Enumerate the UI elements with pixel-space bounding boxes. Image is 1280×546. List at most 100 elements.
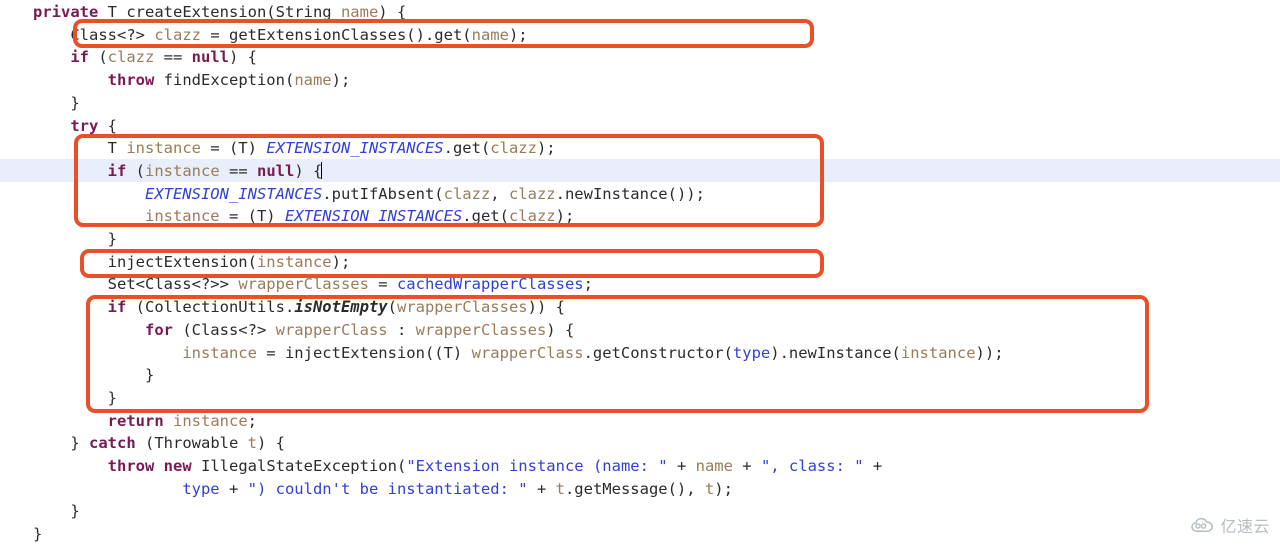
code-token: instance [900,343,976,362]
code-token: ); [536,139,556,158]
code-line[interactable]: } [0,228,117,251]
code-line[interactable]: return instance; [0,410,257,433]
code-token: } [144,366,155,385]
code-token: )) { [527,298,565,317]
code-line[interactable]: if (instance == null) { [0,160,323,183]
code-token: , [490,184,509,203]
code-token: EXTENSION_INSTANCES [266,139,444,158]
code-token: if [107,298,127,317]
code-line[interactable]: } [0,92,80,115]
text-caret [321,161,323,179]
code-token: ( [126,161,145,180]
code-token: new [163,457,192,475]
code-token: ); [331,71,351,90]
code-line[interactable]: EXTENSION_INSTANCES.putIfAbsent(clazz, c… [0,183,705,206]
code-token: T createExtension(String [98,3,341,21]
code-token: private [33,3,99,21]
code-token: null [191,48,229,67]
code-line[interactable]: } [0,523,42,546]
code-token: for [144,320,173,339]
watermark-text: 亿速云 [1220,517,1270,536]
code-token: t [704,479,715,498]
code-token: type [182,479,220,498]
code-token: + [219,479,248,498]
code-token: findException( [154,71,295,90]
code-line[interactable]: } catch (Throwable t) { [0,432,285,455]
cloud-icon [1190,517,1216,533]
code-token: name [340,3,379,21]
code-line[interactable]: if (CollectionUtils.isNotEmpty(wrapperCl… [0,296,565,319]
code-editor-viewport[interactable]: private T createExtension(String name) {… [0,0,1280,545]
code-line[interactable]: T instance = (T) EXTENSION_INSTANCES.get… [0,137,556,160]
code-token: wrapperClass [471,343,584,362]
code-token: IllegalStateException( [191,457,407,475]
code-token: ) { [378,3,407,21]
code-token: t [555,479,565,498]
code-token: = (T) [219,207,285,226]
code-token: (CollectionUtils. [126,298,295,317]
code-line[interactable]: try { [0,115,117,138]
code-token: if [107,161,127,180]
code-token: wrapperClasses [238,275,369,294]
code-line[interactable]: } [0,387,117,410]
code-token: .getConstructor( [583,343,733,362]
code-token: + [527,479,556,498]
code-line[interactable]: if (clazz == null) { [0,46,257,69]
code-line[interactable]: Class<?> clazz = getExtensionClasses().g… [0,24,527,47]
code-token: ( [387,298,397,317]
code-token: clazz [508,184,556,203]
code-token: cachedWrapperClasses [396,275,584,294]
code-token: instance [144,207,220,226]
code-line[interactable]: instance = (T) EXTENSION_INSTANCES.get(c… [0,205,574,228]
code-token: .putIfAbsent( [322,184,444,203]
code-token: clazz [508,207,556,226]
code-line[interactable]: injectExtension(instance); [0,251,351,274]
code-token: ") couldn't be instantiated: " [247,479,528,498]
code-token: t [247,434,257,453]
code-token: } [107,388,117,407]
code-line[interactable]: } [0,500,80,523]
code-token: } [70,502,80,521]
code-token: null [256,161,295,180]
code-token: EXTENSION_INSTANCES [144,184,323,203]
code-token: ); [331,252,351,271]
code-line[interactable]: Set<Class<?>> wrapperClasses = cachedWra… [0,273,593,296]
code-line[interactable]: instance = injectExtension((T) wrapperCl… [0,342,1003,365]
code-line[interactable]: type + ") couldn't be instantiated: " + … [0,478,733,501]
code-line[interactable]: throw findException(name); [0,69,351,92]
code-token: try [70,116,99,135]
code-token: = injectExtension((T) [256,343,472,362]
code-token: T [107,139,127,158]
code-token: } [70,434,89,453]
code-token: + [667,457,696,475]
code-token: } [70,93,80,112]
code-token: instance [145,161,220,180]
code-token: = [368,275,397,294]
code-line[interactable]: private T createExtension(String name) { [0,1,406,24]
code-token: wrapperClasses [396,298,528,317]
code-token: (Class<?> [172,320,276,339]
code-token: ); [555,207,575,226]
code-token: ) { [546,320,575,339]
code-line[interactable]: } [0,364,154,387]
code-line[interactable]: for (Class<?> wrapperClass : wrapperClas… [0,319,574,342]
code-token: clazz [443,184,491,203]
code-line[interactable]: throw new IllegalStateException("Extensi… [0,455,883,478]
code-token: + [732,457,761,475]
